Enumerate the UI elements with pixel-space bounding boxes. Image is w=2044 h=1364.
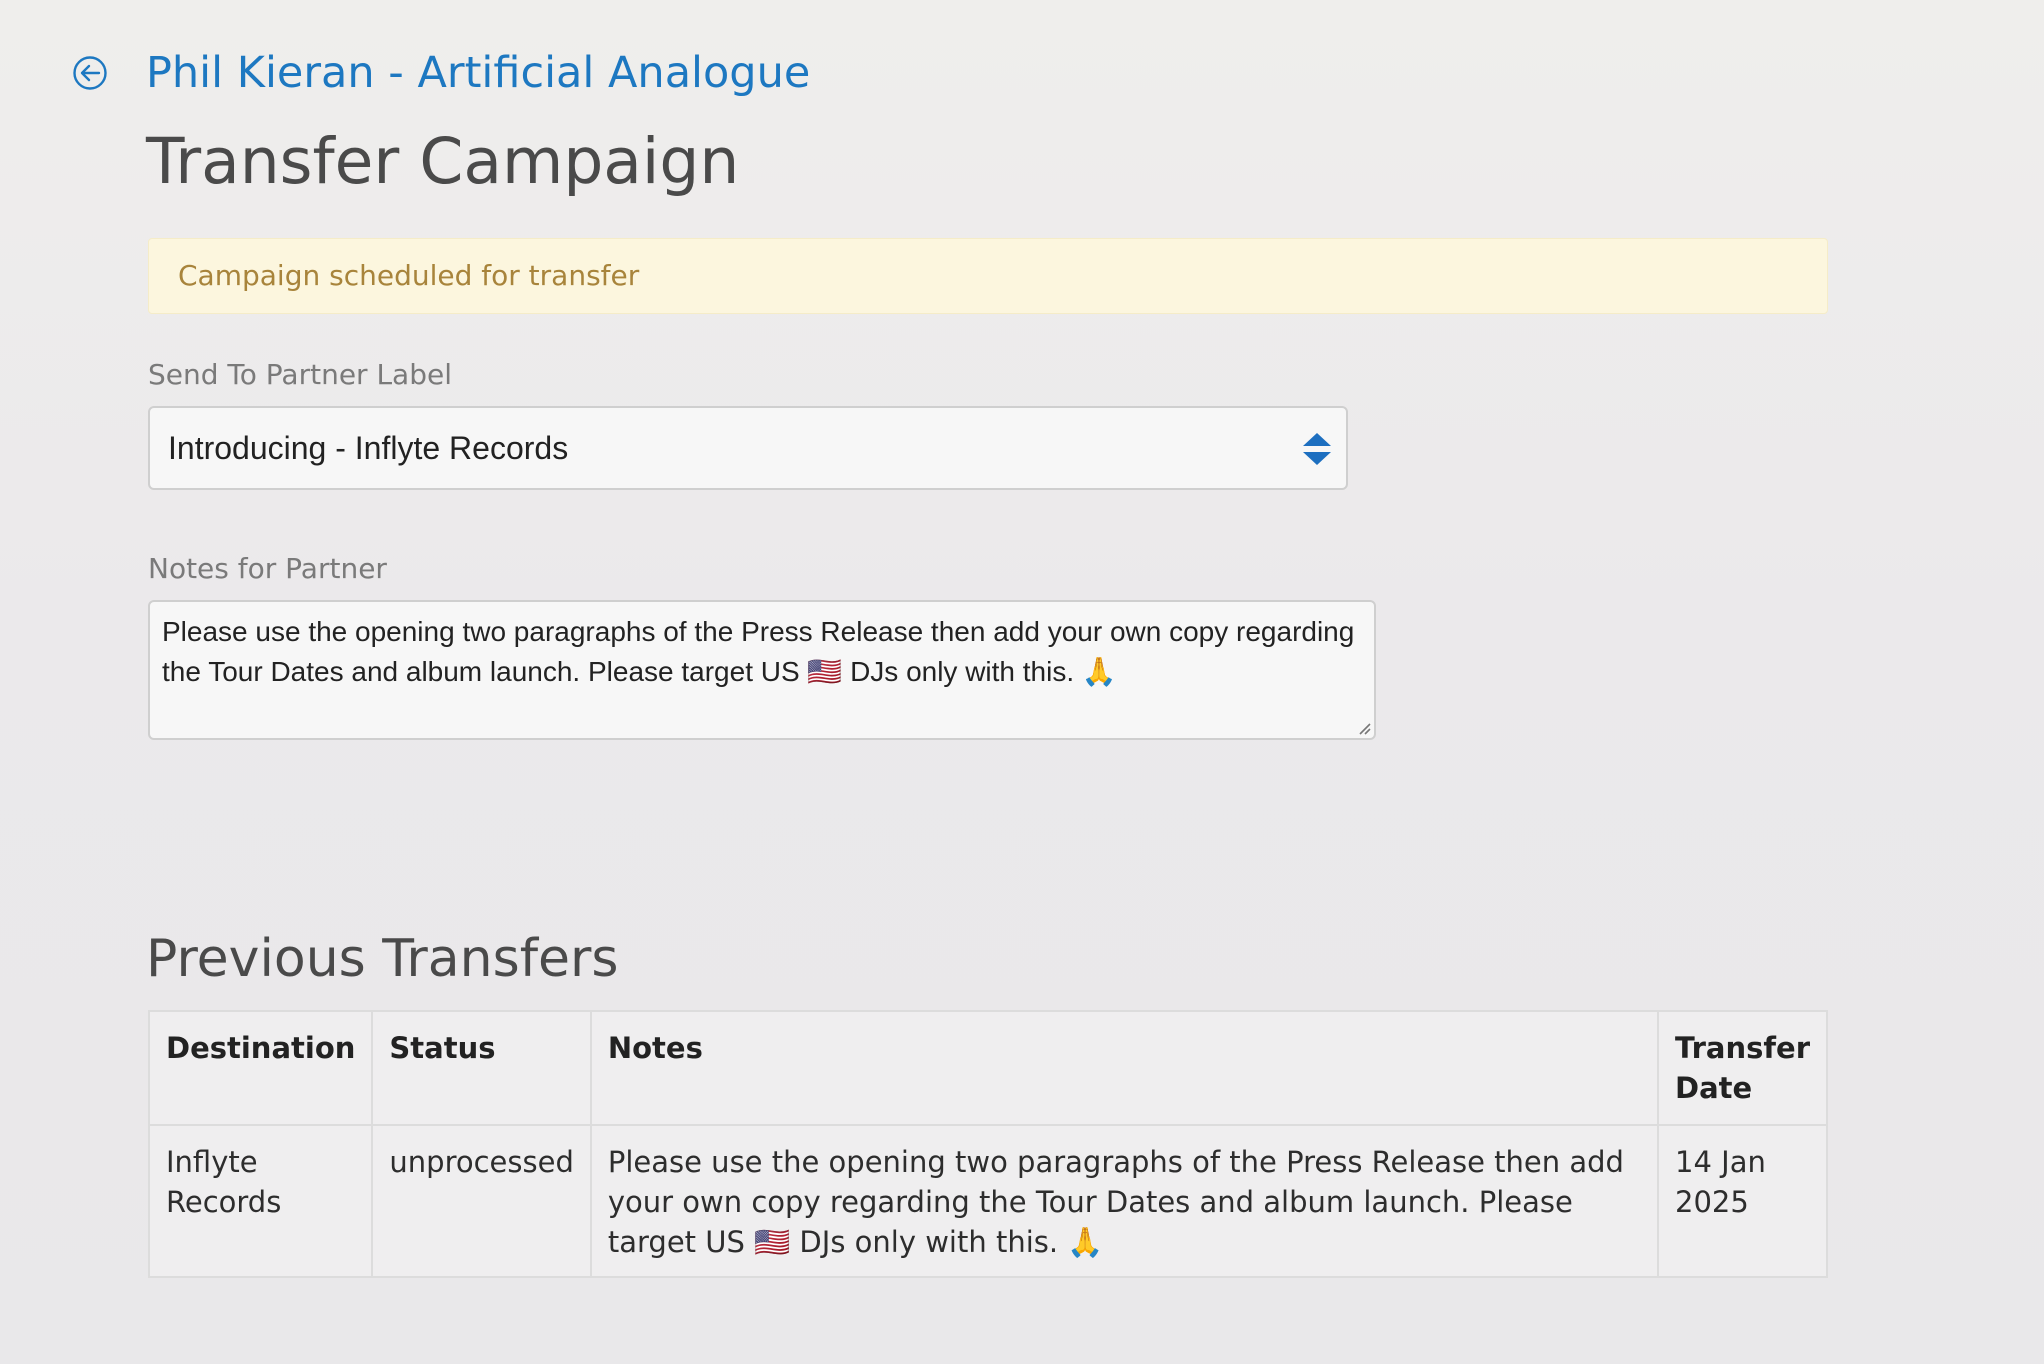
notes-textarea-value: Please use the opening two paragraphs of… <box>162 616 1355 687</box>
table-header-row: Destination Status Notes Transfer Date <box>147 1010 1828 1126</box>
column-header-transfer-date: Transfer Date <box>1657 1010 1828 1126</box>
status-alert: Campaign scheduled for transfer <box>148 238 1828 314</box>
circle-arrow-left-icon[interactable] <box>72 55 108 91</box>
page: Phil Kieran - Artificial Analogue Transf… <box>0 0 2044 1364</box>
previous-transfers-table: Destination Status Notes Transfer Date I… <box>147 1010 1828 1278</box>
table-row: Inflyte Records unprocessed Please use t… <box>147 1124 1828 1278</box>
previous-transfers-title: Previous Transfers <box>146 929 619 989</box>
column-header-destination: Destination <box>147 1010 374 1126</box>
alert-message: Campaign scheduled for transfer <box>178 259 640 292</box>
notes-textarea[interactable]: Please use the opening two paragraphs of… <box>148 600 1376 740</box>
page-title: Transfer Campaign <box>146 125 740 198</box>
partner-label-select[interactable]: Introducing - Inflyte Records <box>148 406 1348 490</box>
cell-status: unprocessed <box>371 1124 592 1278</box>
resize-handle-icon[interactable] <box>1357 721 1371 735</box>
column-header-status: Status <box>371 1010 592 1126</box>
column-header-notes: Notes <box>589 1010 1660 1126</box>
notes-label: Notes for Partner <box>148 552 387 585</box>
breadcrumb-link[interactable]: Phil Kieran - Artificial Analogue <box>146 44 810 102</box>
cell-notes: Please use the opening two paragraphs of… <box>589 1124 1660 1278</box>
cell-destination: Inflyte Records <box>147 1124 374 1278</box>
partner-label-select-value: Introducing - Inflyte Records <box>168 430 569 466</box>
cell-transfer-date: 14 Jan 2025 <box>1657 1124 1828 1278</box>
partner-label-label: Send To Partner Label <box>148 358 452 391</box>
select-arrows-icon <box>1303 433 1331 465</box>
